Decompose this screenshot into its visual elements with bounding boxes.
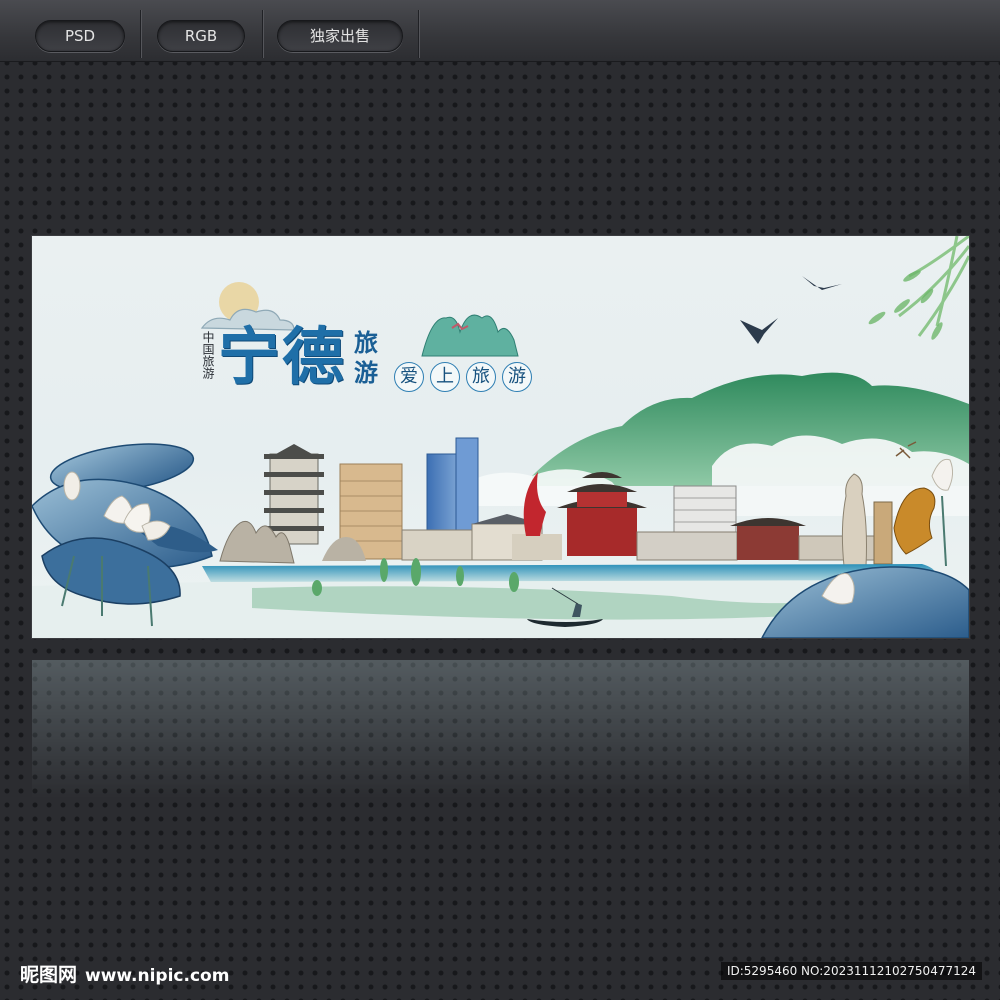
brand-url[interactable]: www.nipic.com: [85, 966, 229, 986]
love-travel-slogan: 爱 上 旅 游: [394, 362, 532, 392]
tourism-poster: 中国旅游 宁德 旅游 爱 上 旅 游: [32, 236, 969, 638]
ningde-title: 宁德: [218, 320, 347, 393]
brand-name: 昵图网: [20, 964, 78, 986]
china-tourism-label: 中国旅游: [201, 331, 215, 379]
poster-reflection: [32, 660, 969, 800]
toolbar-divider: [418, 10, 419, 58]
exclusive-sale-button[interactable]: 独家出售: [277, 20, 403, 52]
image-id-label: ID:5295460 NO:20231112102750477124: [720, 962, 982, 980]
willow-branch: [898, 236, 969, 337]
ink-mountains: [421, 314, 519, 357]
rgb-mode-button[interactable]: RGB: [157, 20, 245, 52]
slogan-char: 游: [502, 362, 532, 392]
swallow-icon: [740, 318, 778, 344]
psd-format-button[interactable]: PSD: [35, 20, 125, 52]
tourism-side-title: 旅游: [354, 328, 378, 387]
slogan-char: 旅: [466, 362, 496, 392]
swallow-icon: [802, 276, 842, 290]
slogan-char: 爱: [394, 362, 424, 392]
toolbar-divider: [140, 10, 141, 58]
poster-artwork: [32, 236, 969, 638]
toolbar-divider: [262, 10, 263, 58]
slogan-char: 上: [430, 362, 460, 392]
top-toolbar: PSD RGB 独家出售: [0, 0, 1000, 62]
nipic-watermark: 昵图网 www.nipic.com: [20, 960, 229, 987]
